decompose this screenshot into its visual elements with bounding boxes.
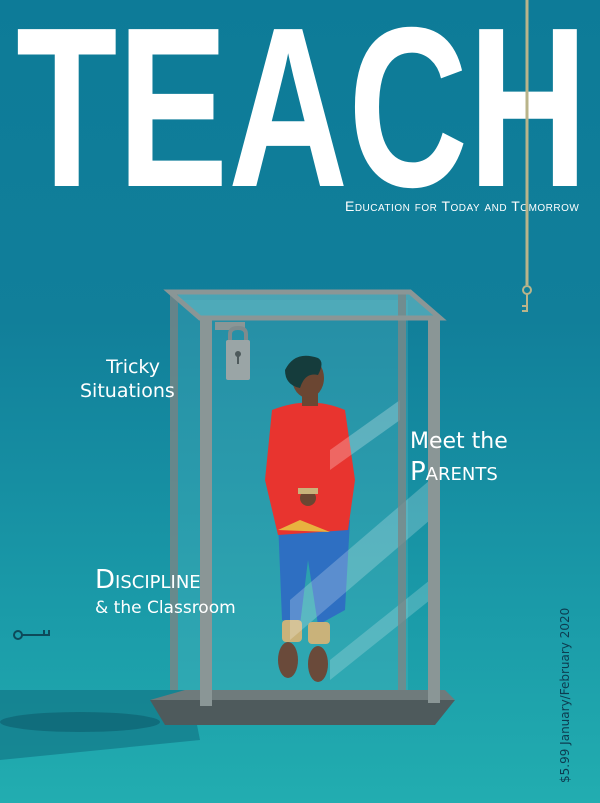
booth-base <box>150 700 455 725</box>
issue-date: January/February 2020 <box>558 607 572 745</box>
figure-shadow <box>0 712 160 732</box>
floor-key-icon <box>13 630 50 640</box>
cover-line-tricky-situations: Tricky Situations <box>80 355 175 403</box>
booth-post-left-front <box>200 318 212 706</box>
parents-line2: Parents <box>410 457 498 487</box>
parents-line1: Meet the <box>410 429 508 454</box>
price: $5.99 <box>558 748 572 783</box>
key-icon <box>522 285 532 312</box>
price-and-issue-date: $5.99 January/February 2020 <box>558 608 572 783</box>
cover-line-discipline: Discipline <box>95 565 201 595</box>
booth-post-right-front <box>428 318 440 703</box>
tricky-line2: Situations <box>80 380 175 402</box>
cover-line-meet-the-parents: Meet the Parents <box>410 427 508 487</box>
cover-line-classroom: & the Classroom <box>95 598 236 618</box>
tricky-line1: Tricky <box>106 356 160 378</box>
